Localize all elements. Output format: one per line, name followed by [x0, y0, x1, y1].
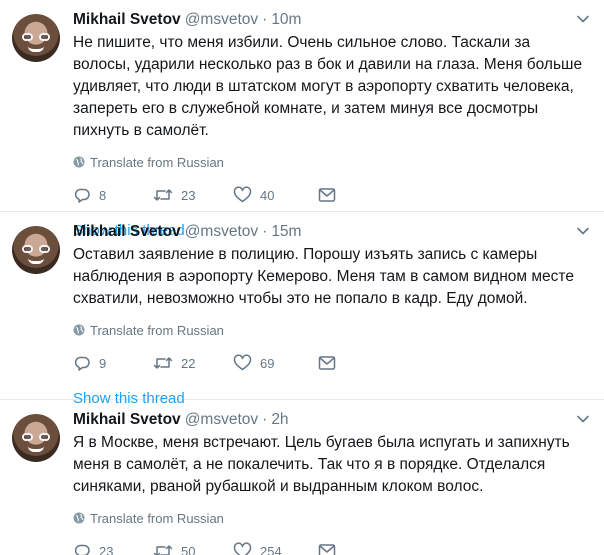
- tweet-header: Mikhail Svetov @msvetov · 15m: [73, 222, 588, 242]
- direct-message-button[interactable]: [318, 543, 344, 555]
- tweet-content: Mikhail Svetov @msvetov · 10m Не пишите,…: [73, 10, 590, 240]
- reply-button[interactable]: 8: [73, 186, 153, 204]
- envelope-icon: [318, 356, 336, 370]
- tweet-header: Mikhail Svetov @msvetov · 2h: [73, 410, 588, 430]
- like-count: 69: [260, 355, 275, 371]
- translate-label: Translate from Russian: [90, 154, 224, 170]
- tweet-actions: 8 23 40: [73, 185, 588, 205]
- envelope-icon: [318, 188, 336, 202]
- author-handle[interactable]: @msvetov: [185, 222, 258, 242]
- retweet-count: 50: [181, 543, 196, 555]
- retweet-icon: [153, 545, 173, 555]
- like-button[interactable]: 40: [233, 186, 318, 204]
- translate-link[interactable]: Translate from Russian: [73, 510, 588, 526]
- avatar[interactable]: [12, 226, 60, 274]
- tweet[interactable]: Mikhail Svetov @msvetov · 2h Я в Москве,…: [0, 400, 604, 555]
- retweet-count: 23: [181, 187, 196, 203]
- timestamp[interactable]: 10m: [271, 10, 301, 30]
- author-name[interactable]: Mikhail Svetov: [73, 410, 181, 430]
- tweet[interactable]: Mikhail Svetov @msvetov · 15m Оставил за…: [0, 212, 604, 407]
- tweet-content: Mikhail Svetov @msvetov · 2h Я в Москве,…: [73, 410, 590, 555]
- reply-count: 8: [99, 187, 107, 203]
- sunglasses-graphic: [22, 433, 50, 441]
- globe-icon: [73, 156, 85, 168]
- translate-label: Translate from Russian: [90, 510, 224, 526]
- reply-icon: [74, 188, 90, 203]
- timeline: Mikhail Svetov @msvetov · 10m Не пишите,…: [0, 0, 604, 555]
- reply-button[interactable]: 9: [73, 354, 153, 372]
- heart-icon: [233, 542, 252, 555]
- tweet-text: Я в Москве, меня встречают. Цель бугаев …: [73, 434, 570, 495]
- tweet[interactable]: Mikhail Svetov @msvetov · 10m Не пишите,…: [0, 0, 604, 239]
- tweet-actions: 23 50 254: [73, 541, 588, 555]
- heart-icon: [233, 186, 252, 203]
- chevron-down-icon[interactable]: [576, 412, 590, 426]
- chevron-down-icon[interactable]: [576, 224, 590, 238]
- timestamp[interactable]: 15m: [271, 222, 301, 242]
- timestamp[interactable]: 2h: [271, 410, 288, 430]
- sunglasses-graphic: [22, 245, 50, 253]
- author-name[interactable]: Mikhail Svetov: [73, 10, 181, 30]
- translate-link[interactable]: Translate from Russian: [73, 154, 588, 170]
- chevron-down-icon[interactable]: [576, 12, 590, 26]
- author-handle[interactable]: @msvetov: [185, 10, 258, 30]
- globe-icon: [73, 324, 85, 336]
- author-handle[interactable]: @msvetov: [185, 410, 258, 430]
- envelope-icon: [318, 544, 336, 555]
- reply-icon: [74, 356, 90, 371]
- reply-icon: [74, 544, 90, 555]
- retweet-button[interactable]: 50: [153, 542, 233, 555]
- tweet-content: Mikhail Svetov @msvetov · 15m Оставил за…: [73, 222, 590, 408]
- retweet-icon: [153, 189, 173, 201]
- direct-message-button[interactable]: [318, 355, 344, 371]
- avatar[interactable]: [12, 414, 60, 462]
- globe-icon: [73, 512, 85, 524]
- reply-button[interactable]: 23: [73, 542, 153, 555]
- translate-link[interactable]: Translate from Russian: [73, 322, 588, 338]
- separator: ·: [262, 223, 268, 240]
- heart-icon: [233, 354, 252, 371]
- author-name[interactable]: Mikhail Svetov: [73, 222, 181, 242]
- like-count: 254: [260, 543, 282, 555]
- separator: ·: [262, 11, 268, 28]
- translate-label: Translate from Russian: [90, 322, 224, 338]
- like-count: 40: [260, 187, 275, 203]
- sunglasses-graphic: [22, 33, 50, 41]
- retweet-button[interactable]: 23: [153, 186, 233, 204]
- retweet-icon: [153, 357, 173, 369]
- tweet-actions: 9 22 69: [73, 353, 588, 373]
- separator: ·: [262, 411, 268, 428]
- direct-message-button[interactable]: [318, 187, 344, 203]
- retweet-button[interactable]: 22: [153, 354, 233, 372]
- tweet-text: Оставил заявление в полицию. Порошу изъя…: [73, 246, 574, 307]
- reply-count: 9: [99, 355, 107, 371]
- tweet-header: Mikhail Svetov @msvetov · 10m: [73, 10, 588, 30]
- retweet-count: 22: [181, 355, 196, 371]
- avatar[interactable]: [12, 14, 60, 62]
- like-button[interactable]: 254: [233, 542, 318, 555]
- reply-count: 23: [99, 543, 114, 555]
- tweet-text: Не пишите, что меня избили. Очень сильно…: [73, 34, 583, 139]
- like-button[interactable]: 69: [233, 354, 318, 372]
